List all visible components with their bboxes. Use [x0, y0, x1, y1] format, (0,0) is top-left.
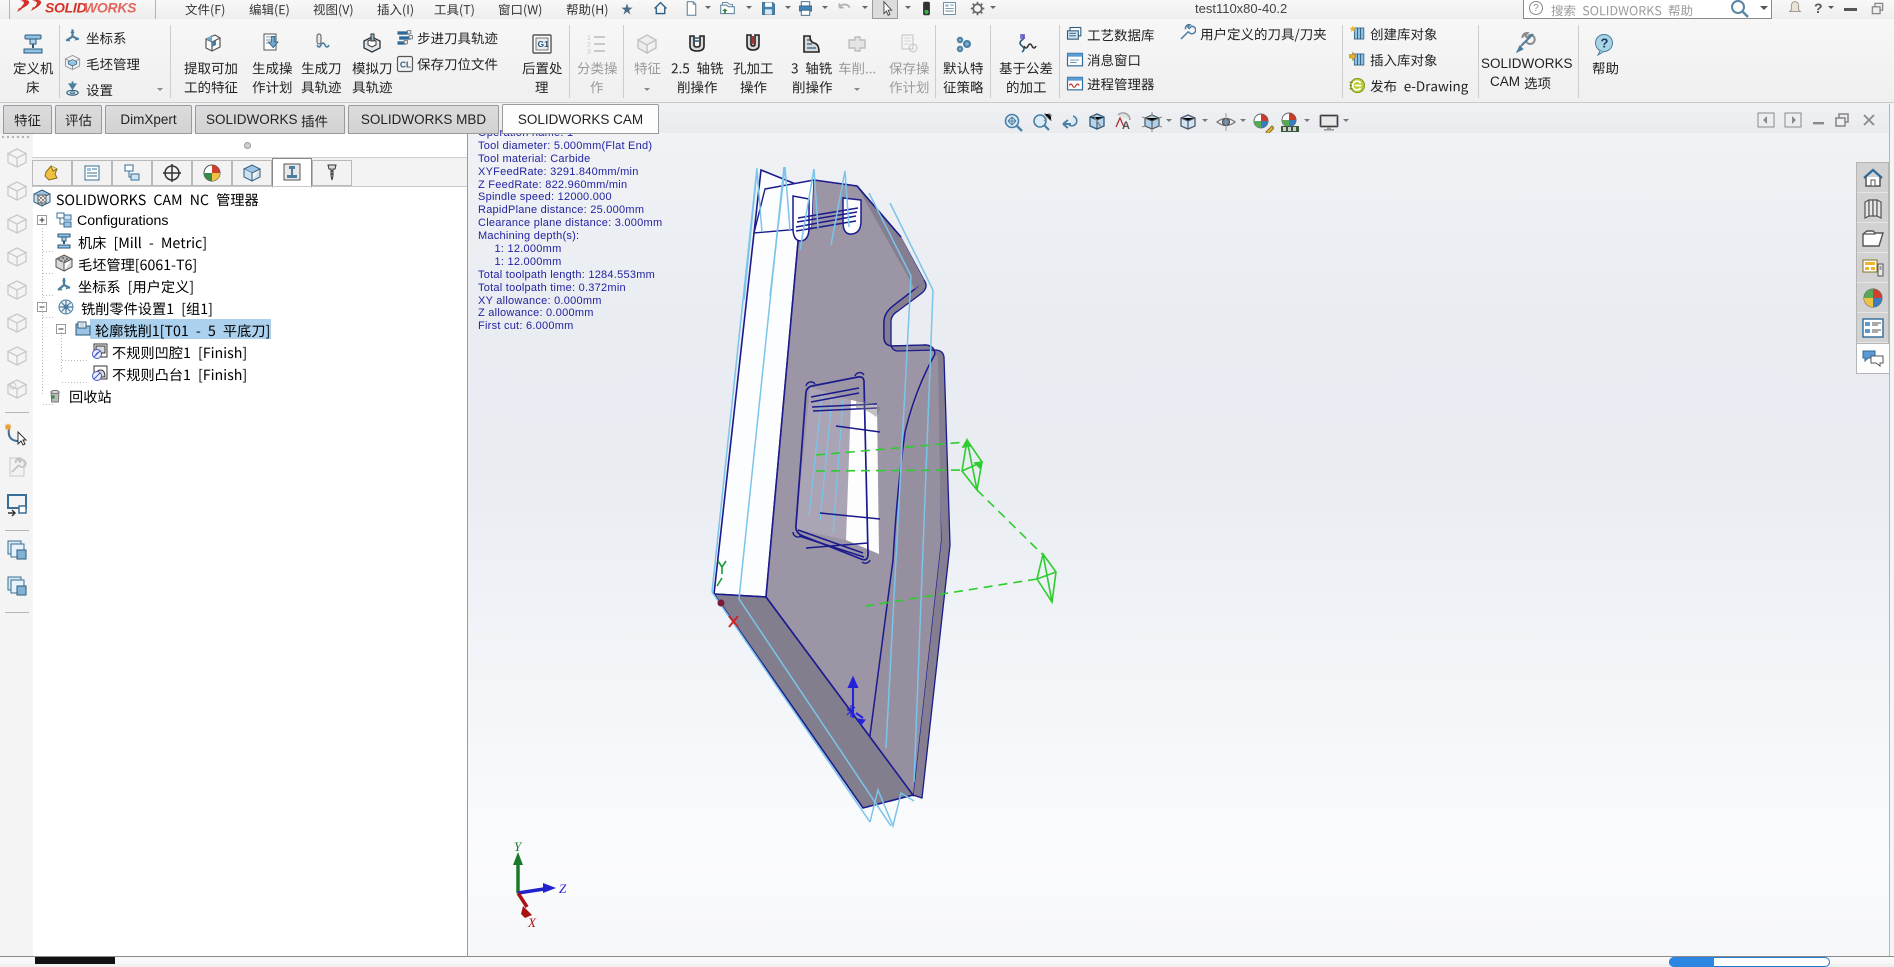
svg-text:?: ?	[1601, 36, 1609, 51]
svg-text:WORKS: WORKS	[84, 0, 137, 16]
svg-text:X: X	[527, 915, 537, 930]
svg-text:SOLID: SOLID	[45, 0, 86, 16]
svg-text:CL: CL	[400, 59, 411, 69]
svg-text:3: 3	[587, 49, 591, 56]
svg-text:G1: G1	[538, 39, 550, 49]
svg-text:Y: Y	[514, 839, 523, 854]
svg-text:1: 1	[587, 35, 591, 42]
svg-text:Z: Z	[559, 881, 567, 896]
svg-text:2: 2	[587, 42, 591, 49]
